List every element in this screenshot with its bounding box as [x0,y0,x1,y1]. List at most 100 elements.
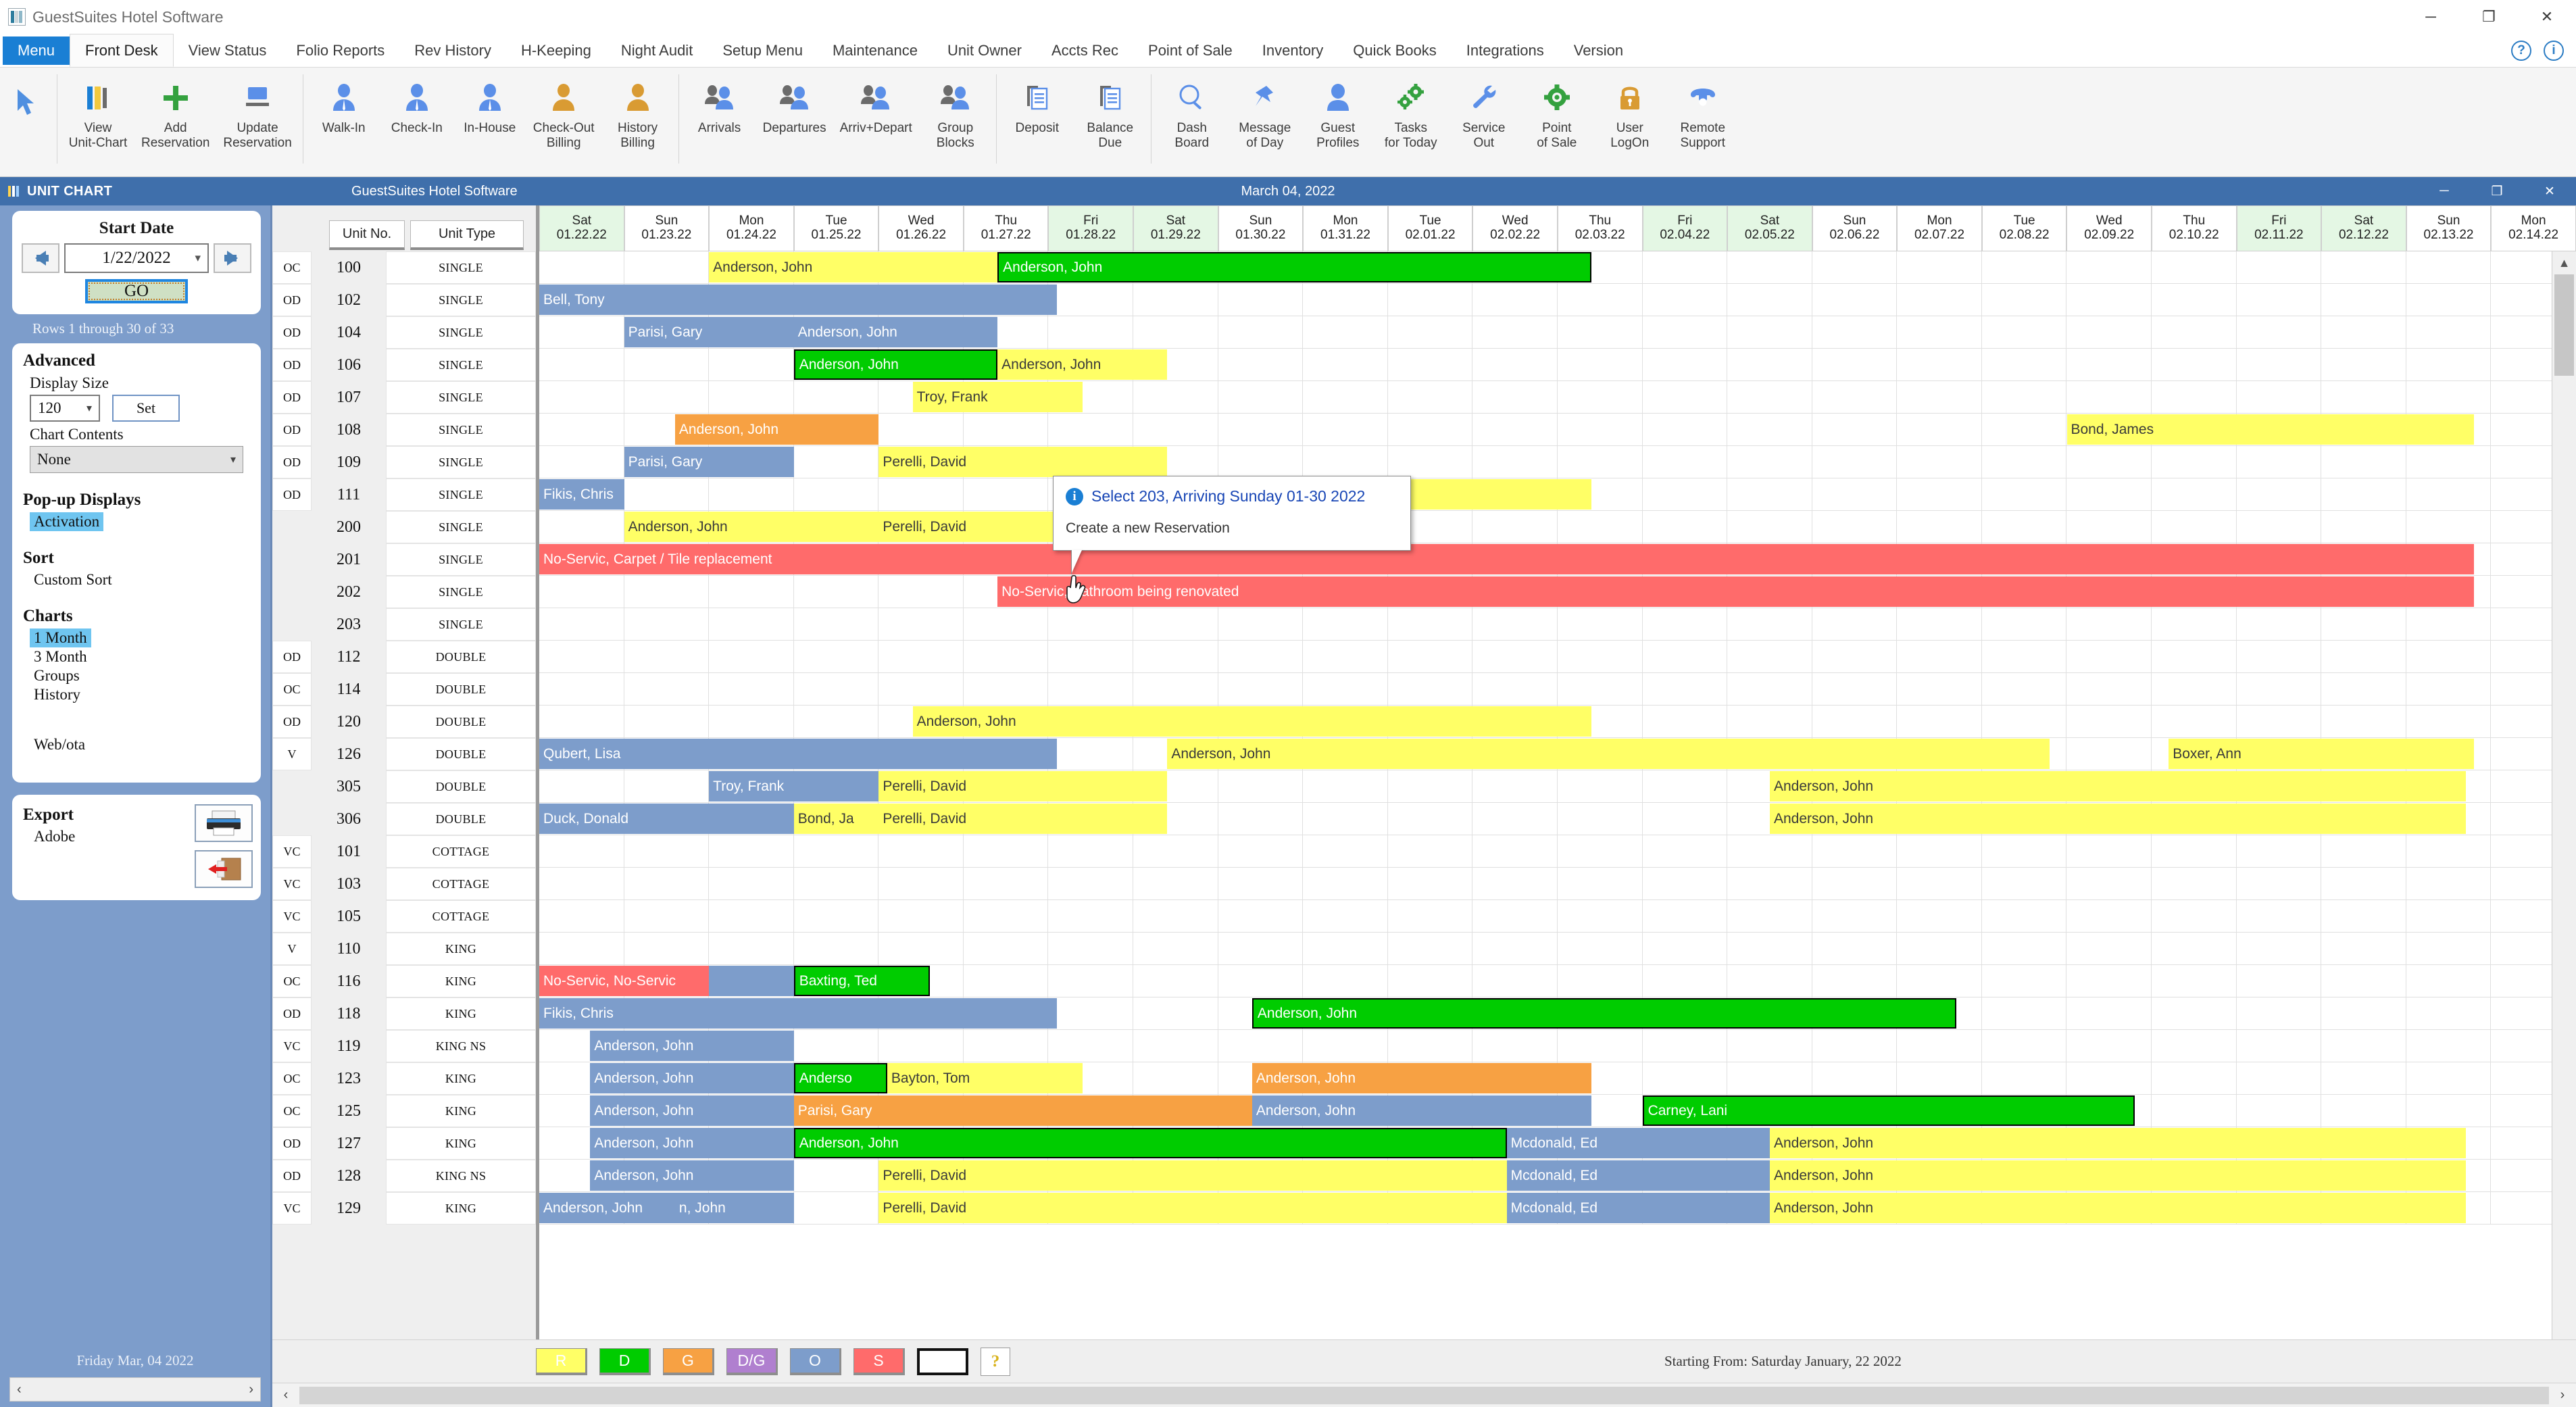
tab-inventory[interactable]: Inventory [1247,34,1339,67]
reservation-bar[interactable] [709,966,794,996]
unit-row[interactable]: 200SINGLE [272,511,536,543]
grid-cell[interactable] [2066,933,2152,965]
grid-cell[interactable] [709,478,794,511]
grid-cell[interactable] [2237,965,2322,997]
grid-cell[interactable] [2321,284,2406,316]
date-header-02.01.22[interactable]: Tue02.01.22 [1388,205,1473,251]
grid-cell[interactable] [709,900,794,933]
grid-cell[interactable] [1982,316,2067,349]
chart-contents-select[interactable]: None ▾ [30,446,243,473]
reservation-bar[interactable]: Perelli, David [878,447,1167,477]
grid-cell[interactable] [1472,641,1558,673]
reservation-row[interactable] [539,868,2576,900]
unit-row[interactable]: OC125KING [272,1095,536,1127]
grid-cell[interactable] [1303,803,1388,835]
export-arrow-icon[interactable] [195,850,253,888]
grid-cell[interactable] [1558,414,1643,446]
grid-cell[interactable] [1218,446,1304,478]
grid-cell[interactable] [1388,349,1473,381]
reservation-bar[interactable]: Anderson, John [1770,771,2466,801]
reservation-bar[interactable]: Anderson, John [590,1128,793,1158]
grid-cell[interactable] [2152,1030,2237,1062]
grid-cell[interactable] [794,381,879,414]
grid-cell[interactable] [539,900,624,933]
grid-cell[interactable] [1472,933,1558,965]
reservation-bar[interactable]: Anderson, John [590,1095,793,1126]
reservation-bar[interactable]: Anderson, John [794,317,997,347]
grid-cell[interactable] [2066,608,2152,641]
grid-cell[interactable] [2066,316,2152,349]
reservation-bar[interactable]: Anderson, John [1770,1160,2466,1191]
grid-cell[interactable] [1388,641,1473,673]
grid-cell[interactable] [1727,868,1812,900]
reservation-row[interactable]: Anderson, JohnPerelli, DavidMcdonald, Ed… [539,1160,2576,1192]
grid-cell[interactable] [1218,933,1304,965]
grid-cell[interactable] [1472,965,1558,997]
grid-cell[interactable] [1727,965,1812,997]
reservation-bar[interactable]: Perelli, David [878,771,1167,801]
grid-cell[interactable] [539,835,624,868]
grid-cell[interactable] [1727,381,1812,414]
grid-cell[interactable] [1897,673,1982,706]
grid-cell[interactable] [1303,965,1388,997]
grid-cell[interactable] [1812,284,1898,316]
grid-cell[interactable] [1558,316,1643,349]
date-header-02.02.22[interactable]: Wed02.02.22 [1472,205,1558,251]
date-header-01.29.22[interactable]: Sat01.29.22 [1133,205,1218,251]
legend-group[interactable]: G [663,1348,714,1375]
grid-cell[interactable] [964,478,1049,511]
grid-cell[interactable] [1727,316,1812,349]
grid-cell[interactable] [2406,673,2492,706]
grid-cell[interactable] [2237,868,2322,900]
grid-cell[interactable] [2152,608,2237,641]
grid-cell[interactable] [1982,349,2067,381]
grid-cell[interactable] [2321,673,2406,706]
reservation-bar[interactable]: Troy, Frank [709,771,878,801]
grid-cell[interactable] [624,381,710,414]
grid-cell[interactable] [1982,1062,2067,1095]
legend-occupied[interactable]: O [790,1348,841,1375]
grid-cell[interactable] [1303,868,1388,900]
grid-cell[interactable] [1048,997,1133,1030]
date-header-02.13.22[interactable]: Sun02.13.22 [2406,205,2492,251]
grid-cell[interactable] [539,381,624,414]
reservation-bar[interactable]: Anderso [794,1063,887,1093]
grid-cell[interactable] [1218,284,1304,316]
grid-cell[interactable] [2152,997,2237,1030]
grid-cell[interactable] [2321,1062,2406,1095]
grid-cell[interactable] [1472,835,1558,868]
grid-cell[interactable] [1812,414,1898,446]
reservation-bar[interactable]: Bell, Tony [539,285,1057,315]
grid-cell[interactable] [1812,251,1898,284]
grid-cell[interactable] [1812,1030,1898,1062]
ribbon-button-service-out[interactable]: ServiceOut [1447,72,1520,151]
grid-cell[interactable] [1897,1030,1982,1062]
vertical-scroll-thumb[interactable] [2554,274,2574,376]
unit-row[interactable]: OD127KING [272,1127,536,1160]
grid-cell[interactable] [1303,316,1388,349]
grid-cell[interactable] [878,641,964,673]
grid-cell[interactable] [1048,965,1133,997]
reservation-bar[interactable]: Mcdonald, Ed [1507,1128,1770,1158]
grid-cell[interactable] [1303,641,1388,673]
grid-cell[interactable] [2321,641,2406,673]
grid-cell[interactable] [1303,414,1388,446]
reservation-bar[interactable]: Qubert, Lisa [539,739,1057,769]
reservation-bar[interactable]: Anderson, John [794,1128,1507,1158]
grid-cell[interactable] [1133,1062,1218,1095]
ribbon-button-check-out-billing[interactable]: Check-OutBilling [526,72,601,151]
grid-cell[interactable] [1982,511,2067,543]
reservation-bar[interactable]: Troy, Frank [913,382,1083,412]
grid-cell[interactable] [2321,997,2406,1030]
grid-cell[interactable] [1643,381,1728,414]
tab-h-keeping[interactable]: H-Keeping [506,34,606,67]
grid-cell[interactable] [1812,641,1898,673]
legend-reserved[interactable]: R [536,1348,587,1375]
reservation-row[interactable]: Troy, Frank [539,381,2576,414]
grid-cell[interactable] [1472,284,1558,316]
reservation-bar[interactable]: Carney, Lani [1643,1095,2135,1126]
ribbon-button-deposit[interactable]: Deposit [1001,72,1074,136]
grid-cell[interactable] [2237,381,2322,414]
tab-front-desk[interactable]: Front Desk [70,34,174,67]
reservation-row[interactable]: Troy, FrankPerelli, David Anderson, John [539,770,2576,803]
